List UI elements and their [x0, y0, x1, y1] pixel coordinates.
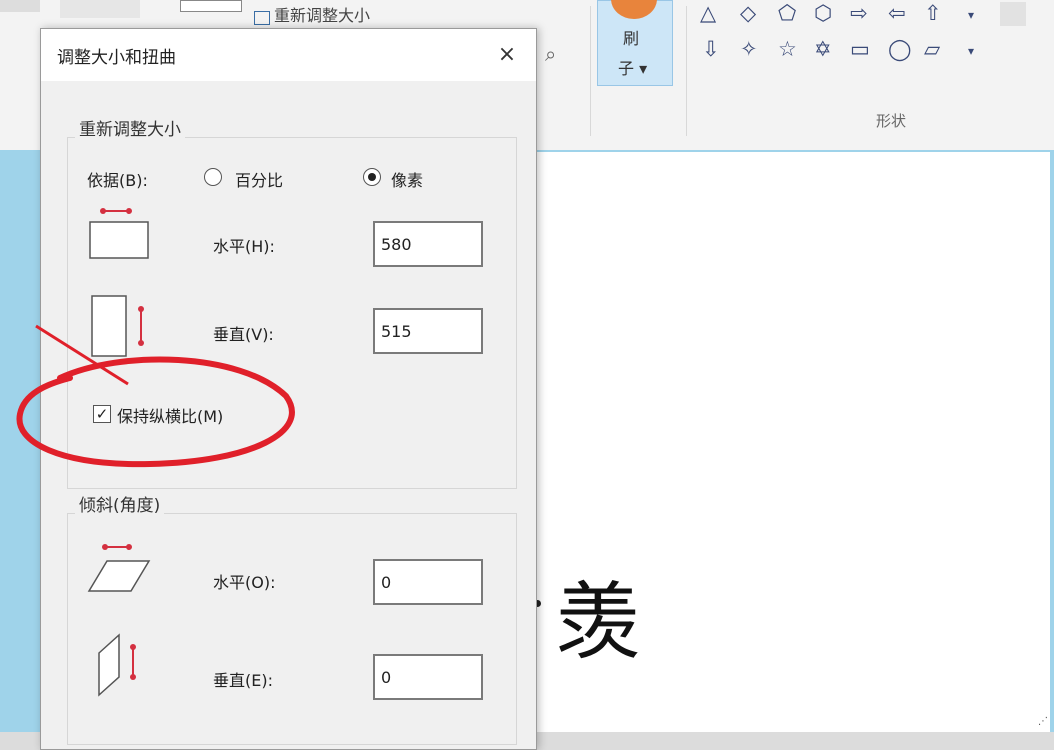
dialog-titlebar[interactable]: 调整大小和扭曲 ×	[41, 29, 536, 81]
ribbon-resize-button[interactable]: 重新调整大小	[254, 2, 370, 26]
shapes-more-icon[interactable]: ▾	[968, 38, 974, 64]
resize-horizontal-label: 水平(H):	[213, 237, 275, 256]
percent-radio[interactable]	[204, 168, 222, 186]
resize-vertical-input[interactable]: 515	[373, 308, 483, 354]
resize-skew-dialog: 调整大小和扭曲 × 重新调整大小 依据(B): 百分比 像素 水平(H): 58…	[40, 28, 537, 750]
dialog-title: 调整大小和扭曲	[57, 48, 176, 68]
vertical-skew-icon	[98, 633, 136, 697]
shapes-scroll-up-icon[interactable]: ▾	[968, 2, 974, 28]
diamond-shape-icon[interactable]: ◇	[740, 0, 756, 26]
hexagon-shape-icon[interactable]: ⬡	[814, 0, 832, 26]
resize-horizontal-input[interactable]: 580	[373, 221, 483, 267]
brush-label: 刷	[623, 29, 640, 48]
six-point-star-shape-icon[interactable]: ✡	[814, 36, 832, 62]
four-point-star-shape-icon[interactable]: ✧	[740, 36, 758, 62]
brush-dropdown-label: 子 ▾	[618, 59, 648, 78]
skew-group-legend: 倾斜(角度)	[75, 491, 165, 516]
cloud-callout-shape-icon[interactable]: ▱	[924, 36, 940, 62]
rect-callout-shape-icon[interactable]: ▭	[850, 36, 870, 62]
by-label: 依据(B):	[87, 171, 148, 190]
outline-button[interactable]	[1000, 2, 1026, 26]
close-button[interactable]: ×	[487, 37, 527, 73]
right-arrow-shape-icon[interactable]: ⇨	[850, 0, 868, 26]
resize-group-legend: 重新调整大小	[75, 115, 185, 140]
skew-horizontal-label: 水平(O):	[213, 573, 276, 592]
canvas-resize-handle[interactable]: ⋰	[1038, 716, 1048, 727]
resize-icon	[254, 10, 270, 25]
ribbon-separator	[686, 6, 687, 136]
keep-aspect-label[interactable]: 保持纵横比(M)	[117, 403, 223, 427]
brush-icon	[611, 0, 657, 19]
up-arrow-shape-icon[interactable]: ⇧	[924, 0, 942, 26]
zoom-icon[interactable]: ⌕	[545, 42, 556, 66]
shapes-group-label: 形状	[876, 112, 907, 130]
ribbon-resize-label: 重新调整大小	[274, 6, 371, 25]
skew-horizontal-input[interactable]: 0	[373, 559, 483, 605]
brush-button[interactable]: 刷 子 ▾	[597, 0, 673, 86]
down-arrow-shape-icon[interactable]: ⇩	[702, 36, 720, 62]
pixels-label[interactable]: 像素	[391, 167, 423, 191]
ribbon-separator	[590, 6, 591, 136]
oval-callout-shape-icon[interactable]: ◯	[888, 36, 912, 62]
ribbon-select-button[interactable]	[0, 0, 40, 12]
resize-vertical-label: 垂直(V):	[213, 325, 274, 344]
horizontal-skew-icon	[87, 544, 151, 592]
ribbon-image-thumb	[180, 0, 242, 12]
pixels-radio[interactable]	[363, 168, 381, 186]
pentagon-shape-icon[interactable]: ⬠	[778, 0, 796, 26]
ribbon-crop-button[interactable]	[60, 0, 140, 18]
keep-aspect-checkbox[interactable]: ✓	[93, 405, 111, 423]
five-point-star-shape-icon[interactable]: ☆	[778, 36, 797, 62]
triangle-shape-icon[interactable]: △	[700, 0, 716, 26]
horizontal-resize-icon	[89, 208, 149, 259]
canvas-character: 羡	[556, 573, 641, 671]
skew-vertical-label: 垂直(E):	[213, 671, 273, 690]
skew-vertical-input[interactable]: 0	[373, 654, 483, 700]
left-arrow-shape-icon[interactable]: ⇦	[888, 0, 906, 26]
vertical-resize-icon	[91, 295, 144, 357]
percent-label[interactable]: 百分比	[235, 167, 283, 191]
